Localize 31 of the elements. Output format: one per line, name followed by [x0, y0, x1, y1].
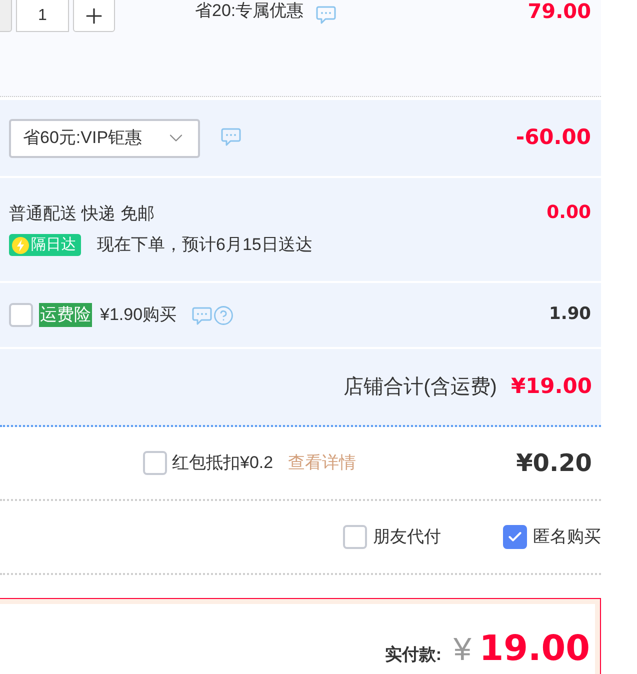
- promo-text: 省20:专属优惠: [195, 1, 304, 21]
- chat-icon: [192, 307, 212, 325]
- item-price: 79.00: [528, 1, 591, 21]
- payment-amount: 19.00: [479, 632, 590, 667]
- delivery-method: 普通配送 快递 免邮: [9, 203, 156, 225]
- discount-dropdown[interactable]: 省60元:VIP钜惠: [9, 118, 200, 158]
- shop-total-label: 店铺合计(含运费): [344, 375, 497, 400]
- insurance-tag: 运费险: [39, 303, 92, 327]
- lightning-icon: [12, 236, 29, 254]
- discount-amount: -60.00: [516, 124, 591, 152]
- delivery-eta: 现在下单，预计6月15日送达: [97, 234, 312, 256]
- currency-symbol: ¥: [453, 633, 472, 665]
- payment-label: 实付款:: [384, 644, 442, 666]
- chat-icon: [221, 128, 241, 146]
- insurance-amount: 1.90: [549, 303, 591, 326]
- voucher-label: 红包抵扣¥0.2: [172, 452, 274, 474]
- option-label: 朋友代付: [373, 526, 441, 548]
- checkbox[interactable]: [9, 303, 33, 327]
- checkbox[interactable]: [143, 451, 167, 475]
- next-day-badge: 隔日达: [9, 234, 81, 256]
- help-icon: [212, 304, 234, 326]
- delivery-fee: 0.00: [546, 202, 591, 224]
- checkbox[interactable]: [343, 525, 367, 549]
- shop-total-amount: ¥19.00: [510, 373, 592, 400]
- plus-button[interactable]: [73, 0, 115, 32]
- voucher-amount: ¥0.20: [516, 448, 592, 479]
- option-label: 匿名购买: [533, 526, 601, 548]
- quantity-input[interactable]: 1: [16, 0, 69, 32]
- checkbox[interactable]: [503, 525, 527, 549]
- insurance-offer: ¥1.90购买: [100, 304, 177, 326]
- chat-icon: [316, 6, 336, 24]
